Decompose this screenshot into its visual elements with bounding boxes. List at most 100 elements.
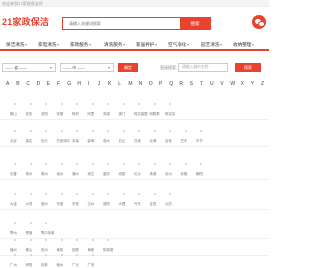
city-link[interactable]: 大连 — [10, 201, 17, 207]
province-select[interactable]: —— 省 —— — [2, 63, 56, 72]
city-link[interactable]: 东营 — [57, 201, 64, 207]
city-link[interactable]: 阿勒泰 — [150, 111, 160, 117]
city-link[interactable]: 保定 — [26, 138, 33, 144]
city-link[interactable]: 贵阳 — [26, 262, 33, 268]
city-link[interactable]: 安阳 — [41, 111, 48, 117]
city-link[interactable]: 阿克苏 — [165, 111, 175, 117]
city-link[interactable]: 重庆 — [103, 171, 110, 177]
city-link[interactable]: 阿坝 — [72, 111, 79, 117]
alphabet-letter[interactable]: A — [6, 80, 9, 88]
site-logo[interactable]: 21家政保洁 — [2, 15, 49, 28]
search-button[interactable]: 搜索 — [180, 18, 210, 29]
city-link[interactable]: 赤峰 — [181, 171, 188, 177]
city-link[interactable]: 东莞 — [72, 201, 79, 207]
city-link[interactable]: 福州 — [10, 247, 17, 253]
city-link[interactable]: 安康 — [103, 111, 110, 117]
city-link[interactable]: 滁州 — [41, 171, 48, 177]
alphabet-letter[interactable]: Z — [261, 80, 264, 88]
nav-item-air-purification[interactable]: 空气净化 — [168, 39, 190, 51]
city-link[interactable]: 澳门 — [119, 111, 126, 117]
alphabet-letter[interactable]: O — [149, 80, 153, 88]
wechat-icon[interactable] — [252, 15, 266, 29]
city-link[interactable]: 大理 — [119, 201, 126, 207]
city-link[interactable]: 广元 — [72, 262, 79, 268]
city-link[interactable]: 包头 — [41, 138, 48, 144]
city-link[interactable]: 抚顺 — [72, 247, 79, 253]
city-link[interactable]: 安顺 — [57, 111, 64, 117]
alphabet-letter[interactable]: V — [220, 80, 223, 88]
alphabet-letter[interactable]: E — [47, 80, 50, 88]
nav-item-housekeeping[interactable]: 家政服务 — [70, 39, 92, 51]
city-link[interactable]: 恩施 — [26, 230, 33, 236]
alphabet-letter[interactable]: X — [241, 80, 244, 88]
city-link[interactable]: 德州 — [41, 201, 48, 207]
city-link[interactable]: 防城港 — [103, 247, 113, 253]
alphabet-letter[interactable]: H — [77, 80, 81, 88]
city-link[interactable]: 赣州 — [57, 262, 64, 268]
alphabet-letter[interactable]: L — [118, 80, 121, 88]
alphabet-letter[interactable]: J — [98, 80, 101, 88]
city-link[interactable]: 大庆 — [165, 201, 172, 207]
city-link[interactable]: 广州 — [10, 262, 17, 268]
city-link[interactable]: 承德 — [150, 171, 157, 177]
city-link[interactable]: 亳州 — [103, 138, 110, 144]
city-link[interactable]: 池州 — [57, 171, 64, 177]
alphabet-letter[interactable]: S — [190, 80, 193, 88]
city-link[interactable]: 潮州 — [72, 171, 79, 177]
city-link[interactable]: 佛山 — [26, 247, 33, 253]
alphabet-letter[interactable]: I — [88, 80, 89, 88]
alphabet-letter[interactable]: D — [37, 80, 41, 88]
city-link[interactable]: 阜新 — [88, 247, 95, 253]
city-link[interactable]: 巴中 — [181, 138, 188, 144]
nav-item-garden-cleaning[interactable]: 园艺清洗 — [201, 39, 223, 51]
alphabet-letter[interactable]: G — [67, 80, 71, 88]
alphabet-letter[interactable]: T — [200, 80, 203, 88]
city-link[interactable]: 长沙 — [134, 171, 141, 177]
city-link[interactable]: 巴彦淖尔 — [57, 138, 71, 144]
city-link[interactable]: 达州 — [88, 201, 95, 207]
city-link[interactable]: 大同 — [26, 201, 33, 207]
search-input[interactable] — [63, 18, 181, 29]
city-link[interactable]: 阿拉善盟 — [134, 111, 148, 117]
city-link[interactable]: 桂林 — [41, 262, 48, 268]
alphabet-letter[interactable]: B — [16, 80, 19, 88]
city-link[interactable]: 广安 — [88, 262, 95, 268]
city-link[interactable]: 阜阳 — [57, 247, 64, 253]
city-link[interactable]: 沧州 — [165, 171, 172, 177]
city-link[interactable]: 白山 — [119, 138, 126, 144]
alphabet-letter[interactable]: Q — [169, 80, 173, 88]
alphabet-letter[interactable]: U — [210, 80, 214, 88]
city-link[interactable]: 定西 — [150, 201, 157, 207]
nav-item-home-care[interactable]: 家居养护 — [136, 39, 158, 51]
alphabet-letter[interactable]: R — [179, 80, 183, 88]
alphabet-letter[interactable]: F — [57, 80, 60, 88]
city-link[interactable]: 抚州 — [41, 247, 48, 253]
nav-item-cleaning[interactable]: 保洁清洗 — [6, 39, 28, 51]
city-link[interactable]: 本溪 — [72, 138, 79, 144]
city-search-input[interactable]: 请输入城市名称 — [178, 63, 228, 72]
alphabet-letter[interactable]: Y — [251, 80, 254, 88]
city-link[interactable]: 鄂尔多斯 — [41, 230, 55, 236]
city-link[interactable]: 百色 — [165, 138, 172, 144]
city-link[interactable]: 崇左 — [88, 171, 95, 177]
city-link[interactable]: 丹东 — [134, 201, 141, 207]
alphabet-letter[interactable]: C — [26, 80, 30, 88]
city-link[interactable]: 安庆 — [26, 111, 33, 117]
nav-item-washing-service[interactable]: 清洗服务 — [104, 39, 126, 51]
city-link[interactable]: 毕节 — [196, 138, 203, 144]
nav-item-appliance-cleaning[interactable]: 家电清洗 — [38, 39, 60, 51]
city-link[interactable]: 成都 — [119, 171, 126, 177]
city-link[interactable]: 蚌埠 — [88, 138, 95, 144]
city-search-button[interactable]: 搜索 — [235, 63, 261, 72]
city-link[interactable]: 白城 — [134, 138, 141, 144]
city-link[interactable]: 北海 — [150, 138, 157, 144]
alphabet-letter[interactable]: W — [230, 80, 235, 88]
city-link[interactable]: 长春 — [10, 171, 17, 177]
nav-item-organizing[interactable]: 收纳整理 — [233, 39, 255, 51]
city-link[interactable]: 朝阳 — [196, 171, 203, 177]
city-link[interactable]: 北京 — [10, 138, 17, 144]
city-link[interactable]: 德阳 — [103, 201, 110, 207]
alphabet-letter[interactable]: N — [139, 80, 143, 88]
alphabet-letter[interactable]: M — [128, 80, 132, 88]
city-link[interactable]: 鞍山 — [10, 111, 17, 117]
